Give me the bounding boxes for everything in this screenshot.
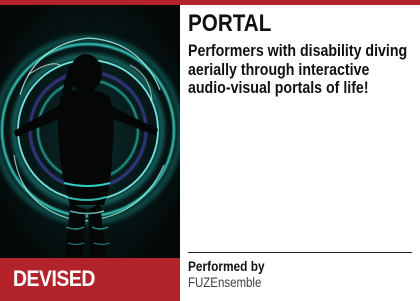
- show-description: Performers with disability diving aerial…: [188, 42, 408, 97]
- category-band: DEVISED: [0, 258, 180, 301]
- performer-name: FUZEnsemble: [188, 275, 262, 290]
- category-label: DEVISED: [13, 266, 95, 291]
- portal-performer-image: [0, 5, 180, 258]
- show-photo[interactable]: [0, 5, 180, 258]
- show-title[interactable]: PORTAL: [188, 10, 271, 38]
- divider: [188, 252, 412, 253]
- performed-by-label: Performed by: [188, 259, 265, 274]
